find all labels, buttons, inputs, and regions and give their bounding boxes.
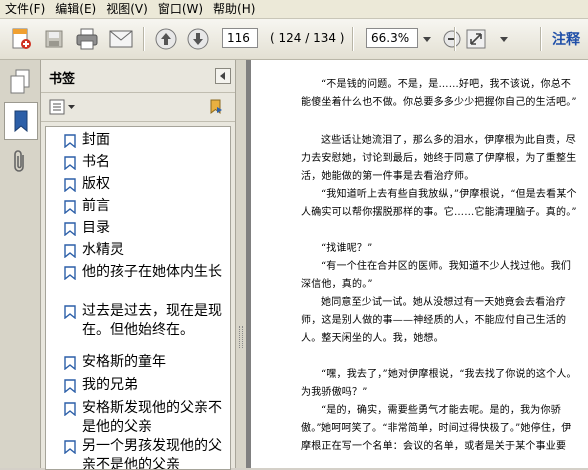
bookmarks-list: 封面 书名 版权 前言 目录 水精灵 他的孩子在她体内生长 过去是过去，现在是现… [45, 126, 231, 470]
menu-file[interactable]: 文件(F) [0, 0, 50, 18]
doc-paragraph: “有一个住在合并区的医师。我知道不少人找过他。我们深信他，真的。” [301, 261, 572, 290]
bookmark-icon [64, 402, 76, 416]
zoom-dropdown-icon[interactable] [420, 25, 434, 53]
bookmarks-toolbar [41, 93, 235, 122]
menu-edit[interactable]: 编辑(E) [50, 0, 101, 18]
bookmark-icon [64, 134, 76, 148]
bookmarks-header: 书签 [41, 60, 235, 93]
doc-paragraph: 这些话让她流泪了，那么多的泪水，伊摩根为此自责，尽力去安慰她，讨论到最后，她终于… [301, 135, 577, 182]
page-number-input[interactable]: 116 [222, 28, 258, 48]
previous-page-icon[interactable] [152, 25, 180, 53]
bookmark-icon [64, 266, 76, 280]
fit-page-icon[interactable] [462, 25, 490, 53]
toolbar-separator [143, 27, 145, 51]
bookmarks-panel: 书签 封面 书名 版权 前言 目录 水精灵 他的孩子在她体内生长 过去是过去，现… [41, 60, 235, 470]
attachments-tab-icon[interactable] [4, 144, 36, 180]
menu-bar: 文件(F) 编辑(E) 视图(V) 窗口(W) 帮助(H) [0, 0, 588, 19]
bookmark-item[interactable]: 前言 [64, 197, 229, 216]
page-count: ( 124 / 134 ) [270, 31, 345, 45]
bookmark-item[interactable]: 我的兄弟 [64, 376, 229, 395]
bookmark-item[interactable]: 水精灵 [64, 241, 229, 260]
email-icon[interactable] [106, 25, 136, 53]
doc-paragraph: “找谁呢？” [321, 243, 373, 254]
zoom-input[interactable]: 66.3% [366, 28, 418, 48]
doc-paragraph: “嘿，我去了，”她对伊摩根说，“我去找了你说的这个人。为我骄傲吗？” [301, 369, 577, 398]
bookmarks-title: 书签 [49, 72, 76, 87]
bookmark-icon [64, 379, 76, 393]
bookmark-icon [64, 178, 76, 192]
menu-view[interactable]: 视图(V) [101, 0, 153, 18]
bookmark-item[interactable]: 他的孩子在她体内生长 [64, 263, 229, 282]
create-pdf-icon[interactable] [6, 25, 36, 53]
bookmark-item[interactable]: 版权 [64, 175, 229, 194]
bookmark-options-icon[interactable] [49, 99, 77, 118]
bookmark-icon [64, 356, 76, 370]
document-view[interactable]: “不是钱的问题。不是，是……好吧，我不该说，你总不能傻坐着什么也不做。你总要多多… [246, 60, 588, 468]
bookmark-icon [64, 222, 76, 236]
menu-window[interactable]: 窗口(W) [153, 0, 208, 18]
pages-tab-icon[interactable] [4, 64, 36, 100]
bookmark-item[interactable]: 封面 [64, 131, 229, 150]
toolbar-separator [352, 27, 354, 51]
collapse-panel-button[interactable] [215, 68, 231, 84]
save-icon[interactable] [40, 25, 68, 53]
bookmark-icon [64, 244, 76, 258]
document-page: “不是钱的问题。不是，是……好吧，我不该说，你总不能傻坐着什么也不做。你总要多多… [251, 60, 588, 468]
more-tools-dropdown-icon[interactable] [496, 25, 512, 53]
bookmarks-tab-icon[interactable] [4, 102, 38, 140]
bookmark-icon [64, 200, 76, 214]
print-icon[interactable] [72, 25, 102, 53]
doc-paragraph: “我知道听上去有些自我放纵，”伊摩根说，“但是去看某个人确实可以帮你摆脱那样的事… [301, 189, 577, 218]
comment-button[interactable]: 注释 [552, 25, 588, 53]
bookmark-item[interactable]: 目录 [64, 219, 229, 238]
doc-paragraph: “不是钱的问题。不是，是……好吧，我不该说，你总不能傻坐着什么也不做。你总要多多… [301, 79, 577, 108]
next-page-icon[interactable] [184, 25, 212, 53]
splitter-grip-icon [239, 326, 243, 348]
toolbar: 116 ( 124 / 134 ) 66.3% 注释 [0, 19, 588, 60]
bookmark-item[interactable]: 安格斯的童年 [64, 353, 229, 372]
bookmark-item[interactable]: 过去是过去，现在是现在。但他始终在。 [64, 302, 229, 340]
triangle-left-icon [220, 72, 225, 80]
menu-help[interactable]: 帮助(H) [208, 0, 260, 18]
bookmark-item[interactable]: 书名 [64, 153, 229, 172]
bookmark-item[interactable]: 安格斯发现他的父亲不是他的父亲 [64, 399, 229, 437]
expand-bookmark-icon[interactable] [207, 98, 225, 119]
bookmark-item[interactable]: 另一个男孩发现他的父亲不是他的父亲 [64, 437, 229, 469]
bookmark-icon [64, 440, 76, 454]
doc-paragraph: 她同意至少试一试。她从没想过有一天她竟会去看治疗师，这是别人做的事——神经质的人… [301, 297, 567, 344]
bookmark-icon [64, 305, 76, 319]
navigation-pane-tabs [0, 60, 41, 468]
panel-splitter[interactable] [235, 60, 246, 468]
toolbar-separator [454, 27, 456, 51]
bookmark-icon [64, 156, 76, 170]
toolbar-separator [540, 27, 542, 51]
doc-paragraph: 她呵呵笑了。“非常简单，时间过得快极了。”她停住，伊摩根正在写一个名单：会议的名… [301, 423, 572, 452]
